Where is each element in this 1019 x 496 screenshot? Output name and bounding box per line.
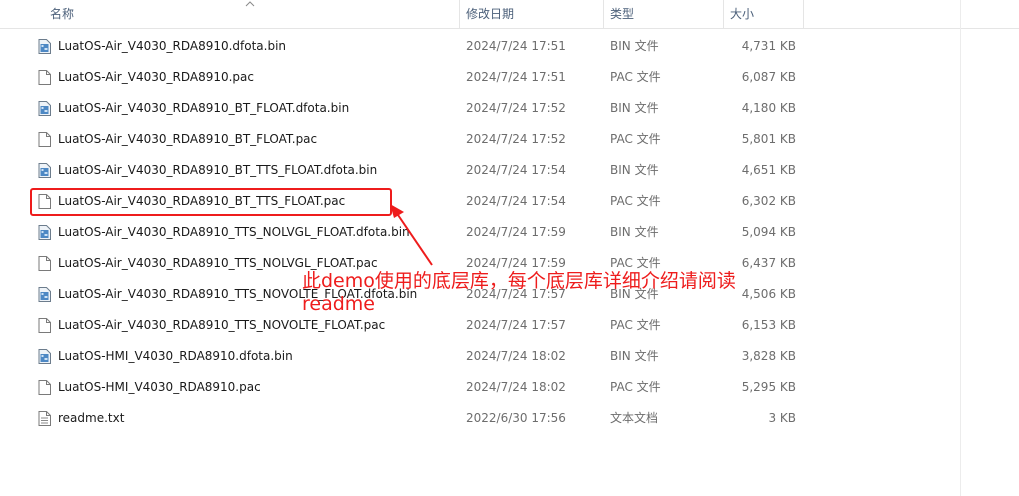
file-type: 文本文档 (610, 411, 659, 425)
column-header-name[interactable]: 名称 (44, 0, 460, 28)
column-header-bar: 名称 修改日期 类型 大小 (0, 0, 1019, 29)
file-type: PAC 文件 (610, 194, 661, 208)
file-size: 5,295 KB (741, 380, 796, 394)
text-file-icon (38, 411, 51, 426)
file-row[interactable]: LuatOS-Air_V4030_RDA8910_BT_TTS_FLOAT.df… (0, 155, 1019, 186)
bin-file-icon (38, 225, 51, 240)
column-header-type[interactable]: 类型 (604, 0, 724, 28)
file-row[interactable]: LuatOS-Air_V4030_RDA8910_BT_FLOAT.dfota.… (0, 93, 1019, 124)
file-date-modified: 2022/6/30 17:56 (466, 411, 566, 425)
column-header-date-modified[interactable]: 修改日期 (460, 0, 604, 28)
file-size: 4,180 KB (741, 101, 796, 115)
file-size: 3,828 KB (741, 349, 796, 363)
file-type: BIN 文件 (610, 39, 659, 53)
file-name: readme.txt (58, 411, 125, 425)
file-row[interactable]: LuatOS-Air_V4030_RDA8910.pac 2024/7/24 17… (0, 62, 1019, 93)
file-name: LuatOS-Air_V4030_RDA8910_TTS_NOLVGL_FLOA… (58, 225, 410, 239)
file-name: LuatOS-Air_V4030_RDA8910_BT_TTS_FLOAT.df… (58, 163, 378, 177)
file-date-modified: 2024/7/24 17:54 (466, 194, 566, 208)
file-row[interactable]: LuatOS-HMI_V4030_RDA8910.pac 2024/7/24 18… (0, 372, 1019, 403)
file-type: PAC 文件 (610, 132, 661, 146)
file-name: LuatOS-HMI_V4030_RDA8910.dfota.bin (58, 349, 293, 363)
generic-file-icon (38, 256, 51, 271)
file-row[interactable]: LuatOS-Air_V4030_RDA8910_BT_FLOAT.pac 202… (0, 124, 1019, 155)
file-size: 3 KB (768, 411, 796, 425)
file-size: 5,801 KB (741, 132, 796, 146)
file-type: PAC 文件 (610, 380, 661, 394)
file-type: BIN 文件 (610, 349, 659, 363)
file-row[interactable]: LuatOS-HMI_V4030_RDA8910.dfota.bin 2024/7… (0, 341, 1019, 372)
file-type: BIN 文件 (610, 163, 659, 177)
file-name: LuatOS-HMI_V4030_RDA8910.pac (58, 380, 261, 394)
file-type: BIN 文件 (610, 225, 659, 239)
generic-file-icon (38, 318, 51, 333)
bin-file-icon (38, 39, 51, 54)
column-header-size[interactable]: 大小 (724, 0, 804, 28)
file-date-modified: 2024/7/24 17:52 (466, 132, 566, 146)
file-row[interactable]: LuatOS-Air_V4030_RDA8910.dfota.bin 2024/7… (0, 31, 1019, 62)
bin-file-icon (38, 163, 51, 178)
file-name: LuatOS-Air_V4030_RDA8910.dfota.bin (58, 39, 287, 53)
file-name: LuatOS-Air_V4030_RDA8910_BT_FLOAT.dfota.… (58, 101, 350, 115)
highlight-box (30, 188, 392, 216)
generic-file-icon (38, 380, 51, 395)
file-name: LuatOS-Air_V4030_RDA8910_BT_FLOAT.pac (58, 132, 318, 146)
file-size: 4,651 KB (741, 163, 796, 177)
file-size: 6,087 KB (741, 70, 796, 84)
file-row[interactable]: LuatOS-Air_V4030_RDA8910_TTS_NOLVGL_FLOA… (0, 217, 1019, 248)
file-date-modified: 2024/7/24 17:52 (466, 101, 566, 115)
generic-file-icon (38, 132, 51, 147)
file-size: 6,302 KB (741, 194, 796, 208)
file-row[interactable]: readme.txt 2022/6/30 17:56 文本文档 3 KB (0, 403, 1019, 434)
bin-file-icon (38, 287, 51, 302)
file-size: 4,731 KB (741, 39, 796, 53)
file-date-modified: 2024/7/24 17:59 (466, 225, 566, 239)
generic-file-icon (38, 70, 51, 85)
file-date-modified: 2024/7/24 17:51 (466, 39, 566, 53)
file-date-modified: 2024/7/24 18:02 (466, 380, 566, 394)
file-size: 5,094 KB (741, 225, 796, 239)
file-date-modified: 2024/7/24 17:51 (466, 70, 566, 84)
file-type: BIN 文件 (610, 101, 659, 115)
file-name: LuatOS-Air_V4030_RDA8910.pac (58, 70, 254, 84)
annotation-text: 此demo使用的底层库，每个底层库详细介绍请阅读readme (302, 270, 736, 315)
bin-file-icon (38, 101, 51, 116)
bin-file-icon (38, 349, 51, 364)
file-date-modified: 2024/7/24 17:54 (466, 163, 566, 177)
file-date-modified: 2024/7/24 18:02 (466, 349, 566, 363)
file-type: PAC 文件 (610, 70, 661, 84)
